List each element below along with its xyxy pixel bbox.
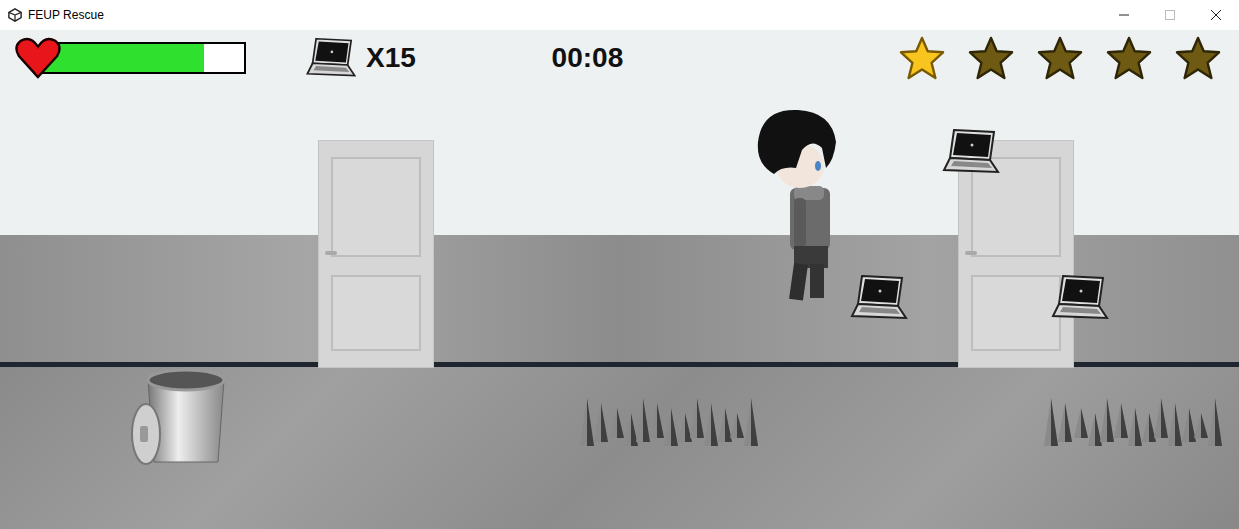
empty-star-icon	[1106, 36, 1152, 80]
minimize-icon	[1119, 10, 1129, 20]
maximize-icon	[1165, 10, 1175, 20]
laptop-pickup-2	[850, 274, 908, 322]
laptop-count: X15	[366, 37, 416, 79]
maximize-button[interactable]	[1147, 0, 1193, 30]
empty-star-icon	[1175, 36, 1221, 80]
unity-logo-icon	[8, 8, 22, 22]
window-title: FEUP Rescue	[28, 6, 104, 24]
spikes	[1044, 394, 1222, 452]
filled-star-icon	[899, 36, 945, 80]
game-area: X15 00:08	[0, 30, 1239, 529]
laptop-icon	[304, 37, 358, 79]
game-window: FEUP Rescue X15 00:08	[0, 0, 1239, 529]
close-button[interactable]	[1193, 0, 1239, 30]
door	[958, 140, 1074, 368]
door	[318, 140, 434, 368]
health-fill	[42, 44, 204, 72]
health-bar	[14, 35, 248, 81]
minimize-button[interactable]	[1101, 0, 1147, 30]
title-bar: FEUP Rescue	[0, 0, 1239, 30]
empty-star-icon	[1037, 36, 1083, 80]
timer: 00:08	[552, 37, 624, 79]
laptop-pickup-1	[942, 128, 1000, 176]
close-icon	[1211, 10, 1221, 20]
laptop-counter: X15	[304, 37, 416, 79]
spikes	[580, 394, 758, 452]
hud: X15 00:08	[0, 30, 1239, 86]
laptop-pickup-3	[1051, 274, 1109, 322]
star-rating	[899, 36, 1221, 80]
heart-icon	[14, 37, 62, 79]
empty-star-icon	[968, 36, 1014, 80]
player-character	[752, 108, 838, 306]
trash-can	[124, 368, 230, 466]
